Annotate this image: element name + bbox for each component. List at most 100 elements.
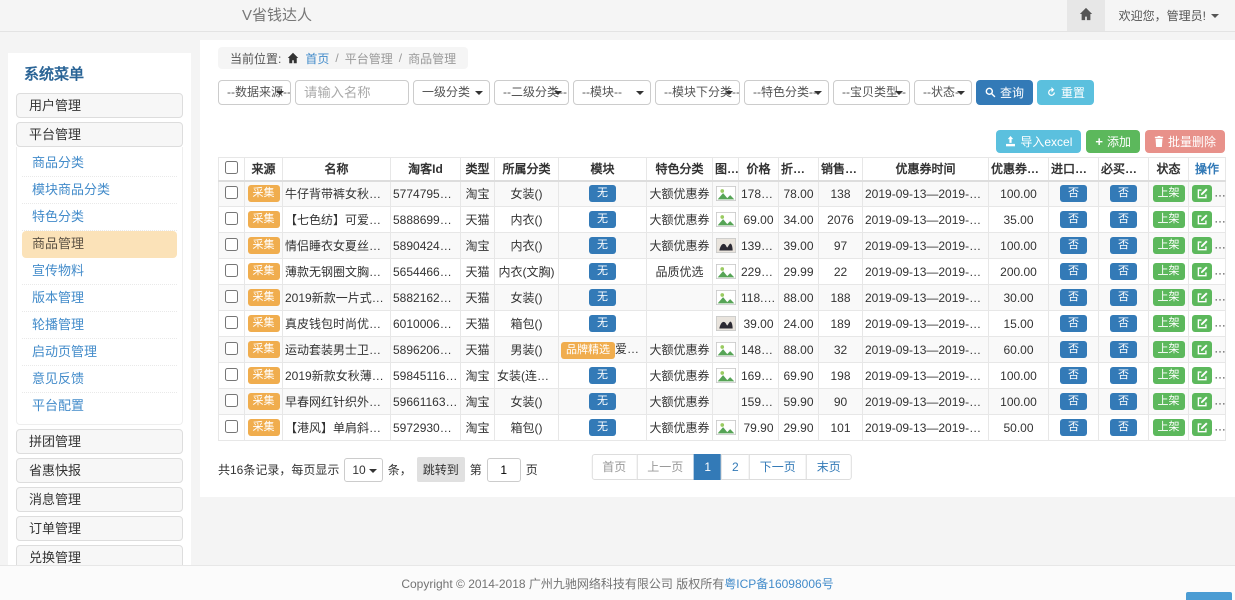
sidebar-subitem-10[interactable]: 平台配置 [22, 393, 177, 420]
row-checkbox[interactable] [225, 212, 238, 225]
must-buy-badge[interactable]: 否 [1110, 185, 1137, 202]
module-badge[interactable]: 无 [589, 263, 616, 280]
row-checkbox[interactable] [225, 420, 238, 433]
edit-button[interactable] [1192, 315, 1212, 332]
filter-select-item-type[interactable]: --宝贝类型-- [833, 80, 910, 105]
import-select-badge[interactable]: 否 [1060, 185, 1087, 202]
row-checkbox[interactable] [225, 394, 238, 407]
import-select-badge[interactable]: 否 [1060, 393, 1087, 410]
sidebar-subitem-7[interactable]: 轮播管理 [22, 312, 177, 339]
sidebar-group-1[interactable]: 用户管理 [16, 93, 183, 118]
jump-to-button[interactable]: 跳转到 [417, 457, 465, 482]
status-badge[interactable]: 上架 [1153, 211, 1185, 228]
sidebar-group-6[interactable]: 订单管理 [16, 516, 183, 541]
status-badge[interactable]: 上架 [1153, 341, 1185, 358]
sidebar-subitem-8[interactable]: 启动页管理 [22, 339, 177, 366]
per-page-select[interactable]: 10 [344, 458, 382, 482]
row-checkbox[interactable] [225, 368, 238, 381]
must-buy-badge[interactable]: 否 [1110, 211, 1137, 228]
sidebar-group-4[interactable]: 省惠快报 [16, 458, 183, 483]
sidebar-group-3[interactable]: 拼团管理 [16, 429, 183, 454]
filter-input-name[interactable] [295, 80, 409, 105]
row-checkbox[interactable] [225, 290, 238, 303]
pager-item-末页[interactable]: 末页 [806, 454, 852, 480]
must-buy-badge[interactable]: 否 [1110, 341, 1137, 358]
must-buy-badge[interactable]: 否 [1110, 315, 1137, 332]
sidebar-subitem-3[interactable]: 特色分类 [22, 204, 177, 231]
row-checkbox[interactable] [225, 186, 238, 199]
status-badge[interactable]: 上架 [1153, 419, 1185, 436]
must-buy-badge[interactable]: 否 [1110, 367, 1137, 384]
status-badge[interactable]: 上架 [1153, 237, 1185, 254]
add-button[interactable]: + 添加 [1086, 130, 1140, 153]
sidebar-subitem-6[interactable]: 版本管理 [22, 285, 177, 312]
edit-button[interactable] [1192, 367, 1212, 384]
edit-button[interactable] [1192, 341, 1212, 358]
edit-button[interactable] [1192, 289, 1212, 306]
import-select-badge[interactable]: 否 [1060, 367, 1087, 384]
edit-button[interactable] [1192, 211, 1212, 228]
sidebar-subitem-4[interactable]: 商品管理 [22, 231, 177, 258]
filter-select-level2-category[interactable]: --二级分类-- [494, 80, 569, 105]
batch-delete-button[interactable]: 批量删除 [1145, 130, 1225, 153]
breadcrumb-home-link[interactable]: 首页 [305, 50, 329, 67]
row-checkbox[interactable] [225, 264, 238, 277]
module-badge[interactable]: 无 [589, 237, 616, 254]
pager-item-下一页[interactable]: 下一页 [749, 454, 807, 480]
sidebar-subitem-2[interactable]: 模块商品分类 [22, 177, 177, 204]
page-number-input[interactable] [487, 458, 521, 482]
status-badge[interactable]: 上架 [1153, 185, 1185, 202]
import-excel-button[interactable]: 导入excel [996, 130, 1081, 153]
filter-select-level1-category[interactable]: 一级分类 [413, 80, 490, 105]
module-badge[interactable]: 无 [589, 419, 616, 436]
edit-button[interactable] [1192, 237, 1212, 254]
back-to-top-button[interactable] [1186, 592, 1232, 600]
must-buy-badge[interactable]: 否 [1110, 263, 1137, 280]
module-badge[interactable]: 无 [589, 185, 616, 202]
status-badge[interactable]: 上架 [1153, 263, 1185, 280]
edit-button[interactable] [1192, 263, 1212, 280]
pager-item-2[interactable]: 2 [721, 454, 750, 480]
sidebar-group-2[interactable]: 平台管理 [16, 122, 183, 147]
pager-item-上一页[interactable]: 上一页 [636, 454, 694, 480]
module-badge[interactable]: 无 [589, 367, 616, 384]
import-select-badge[interactable]: 否 [1060, 263, 1087, 280]
import-select-badge[interactable]: 否 [1060, 315, 1087, 332]
import-select-badge[interactable]: 否 [1060, 211, 1087, 228]
pager-item-首页[interactable]: 首页 [591, 454, 637, 480]
edit-button[interactable] [1192, 185, 1212, 202]
import-select-badge[interactable]: 否 [1060, 237, 1087, 254]
icp-link[interactable]: 粤ICP备16098006号 [724, 575, 833, 592]
filter-select-module-subcategory[interactable]: --模块下分类-- [655, 80, 740, 105]
must-buy-badge[interactable]: 否 [1110, 237, 1137, 254]
sidebar-subitem-9[interactable]: 意见反馈 [22, 366, 177, 393]
filter-select-data-source[interactable]: --数据来源-- [218, 80, 291, 105]
edit-button[interactable] [1192, 419, 1212, 436]
reset-button[interactable]: 重置 [1037, 80, 1094, 105]
filter-select-status[interactable]: --状态-- [914, 80, 972, 105]
import-select-badge[interactable]: 否 [1060, 289, 1087, 306]
status-badge[interactable]: 上架 [1153, 393, 1185, 410]
import-select-badge[interactable]: 否 [1060, 419, 1087, 436]
import-select-badge[interactable]: 否 [1060, 341, 1087, 358]
select-all-checkbox[interactable] [225, 161, 238, 174]
must-buy-badge[interactable]: 否 [1110, 419, 1137, 436]
row-checkbox[interactable] [225, 342, 238, 355]
home-button[interactable] [1067, 0, 1105, 31]
must-buy-badge[interactable]: 否 [1110, 393, 1137, 410]
user-menu[interactable]: 欢迎您，管理员! [1105, 0, 1235, 31]
pager-item-1[interactable]: 1 [693, 454, 722, 480]
row-checkbox[interactable] [225, 238, 238, 251]
row-checkbox[interactable] [225, 316, 238, 329]
edit-button[interactable] [1192, 393, 1212, 410]
must-buy-badge[interactable]: 否 [1110, 289, 1137, 306]
module-badge[interactable]: 无 [589, 315, 616, 332]
filter-select-feature-category[interactable]: --特色分类-- [744, 80, 829, 105]
module-badge[interactable]: 无 [589, 393, 616, 410]
search-button[interactable]: 查询 [976, 80, 1033, 105]
sidebar-subitem-1[interactable]: 商品分类 [22, 150, 177, 177]
status-badge[interactable]: 上架 [1153, 367, 1185, 384]
status-badge[interactable]: 上架 [1153, 315, 1185, 332]
module-badge[interactable]: 无 [589, 211, 616, 228]
module-badge[interactable]: 无 [589, 289, 616, 306]
